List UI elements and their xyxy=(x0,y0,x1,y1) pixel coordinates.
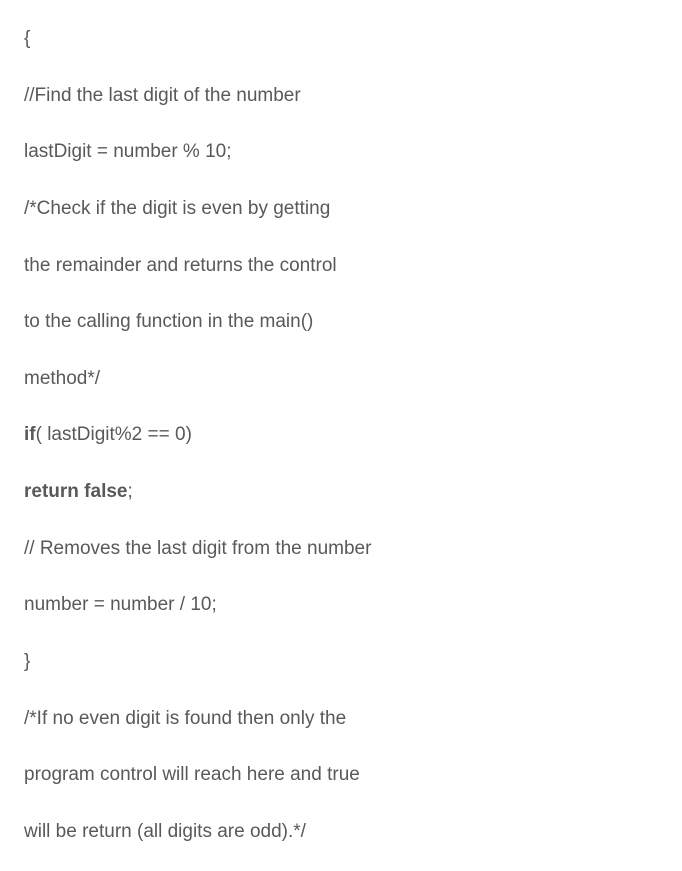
code-line: // Removes the last digit from the numbe… xyxy=(24,536,658,562)
code-line: return false; xyxy=(24,479,658,505)
code-line: to the calling function in the main() xyxy=(24,309,658,335)
code-block: { //Find the last digit of the number la… xyxy=(24,26,658,845)
code-text: the remainder and returns the control xyxy=(24,255,337,276)
code-line: method*/ xyxy=(24,366,658,392)
code-text: } xyxy=(24,651,30,672)
code-line: will be return (all digits are odd).*/ xyxy=(24,819,658,845)
code-line: //Find the last digit of the number xyxy=(24,83,658,109)
code-line: lastDigit = number % 10; xyxy=(24,139,658,165)
code-text: number = number / 10; xyxy=(24,594,217,615)
code-keyword: return false xyxy=(24,481,127,502)
code-line: the remainder and returns the control xyxy=(24,253,658,279)
code-text: //Find the last digit of the number xyxy=(24,85,301,106)
code-line: /*If no even digit is found then only th… xyxy=(24,706,658,732)
code-text: /*Check if the digit is even by getting xyxy=(24,198,330,219)
code-text: program control will reach here and true xyxy=(24,764,360,785)
code-text: ( lastDigit%2 == 0) xyxy=(36,424,192,445)
code-text: to the calling function in the main() xyxy=(24,311,313,332)
code-text: ; xyxy=(127,481,132,502)
code-line: number = number / 10; xyxy=(24,592,658,618)
code-text: will be return (all digits are odd).*/ xyxy=(24,821,306,842)
code-text: { xyxy=(24,28,30,49)
code-text: // Removes the last digit from the numbe… xyxy=(24,538,371,559)
code-text: method*/ xyxy=(24,368,100,389)
code-line: { xyxy=(24,26,658,52)
code-line: if( lastDigit%2 == 0) xyxy=(24,422,658,448)
code-line: /*Check if the digit is even by getting xyxy=(24,196,658,222)
code-text: /*If no even digit is found then only th… xyxy=(24,708,346,729)
code-line: program control will reach here and true xyxy=(24,762,658,788)
code-keyword: if xyxy=(24,424,36,445)
code-line: } xyxy=(24,649,658,675)
code-text: lastDigit = number % 10; xyxy=(24,141,232,162)
